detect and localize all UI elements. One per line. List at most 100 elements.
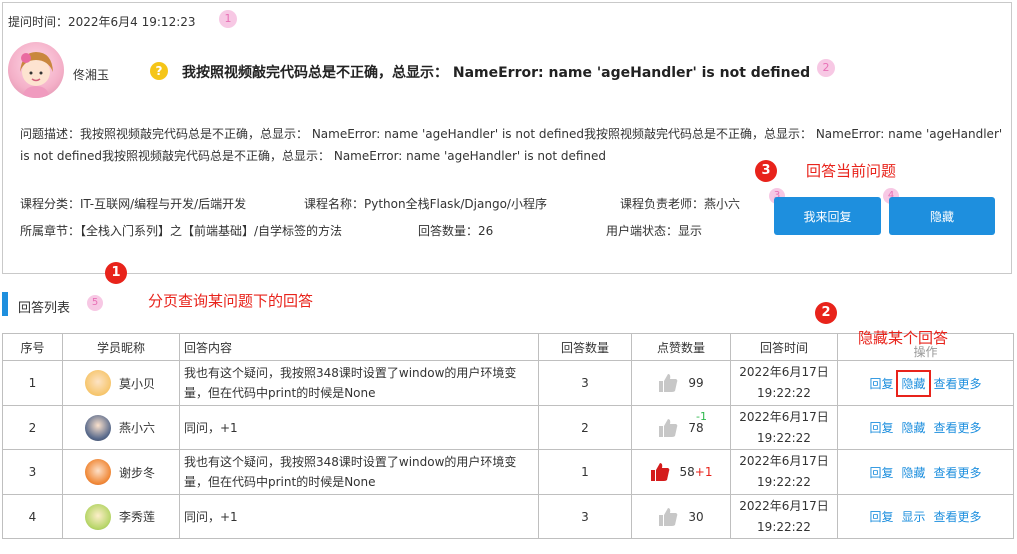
column-header: 学员昵称 bbox=[62, 333, 180, 361]
answer-count-cell: 1 bbox=[538, 449, 632, 495]
like-count: 99 bbox=[688, 376, 704, 390]
likes-cell: 58+1 bbox=[631, 449, 731, 495]
answer-content: 我也有这个疑问，我按照348课时设置了window的用户环境变量，但在代码中pr… bbox=[179, 449, 539, 495]
badge-2: 2 bbox=[817, 59, 835, 77]
student-cell: 燕小六 bbox=[62, 405, 180, 450]
like-count-with-delta: 58+1 bbox=[680, 465, 713, 479]
answer-content: 我也有这个疑问，我按照348课时设置了window的用户环境变量，但在代码中pr… bbox=[179, 360, 539, 406]
likes-cell: 99 bbox=[631, 360, 731, 406]
column-header: 点赞数量 bbox=[631, 333, 731, 361]
column-header: 回答数量 bbox=[538, 333, 632, 361]
like-delta: -1 bbox=[696, 409, 707, 423]
reply-link[interactable]: 回复 bbox=[869, 508, 893, 525]
row-number: 1 bbox=[2, 360, 63, 406]
reply-question-button[interactable]: 我来回复 bbox=[774, 197, 881, 235]
badge-1: 1 bbox=[219, 10, 237, 28]
student-avatar bbox=[85, 370, 111, 396]
answer-content: 同问，+1 bbox=[179, 405, 539, 450]
thumb-up-icon[interactable] bbox=[650, 462, 670, 482]
answer-date: 2022年6月17日 bbox=[739, 365, 829, 379]
view-more-link[interactable]: 查看更多 bbox=[934, 375, 982, 392]
annotation-hide-answer: 隐藏某个回答 bbox=[858, 329, 949, 347]
course-chapter: 所属章节：【全栈入门系列】之【前端基础】/自学标签的方法 bbox=[20, 224, 343, 238]
answer-count-cell: 3 bbox=[538, 494, 632, 539]
list-accent-bar bbox=[2, 292, 8, 316]
annotation-paginate: 分页查询某问题下的回答 bbox=[148, 292, 314, 310]
answer-time: 2022年6月17日 19:22:22 bbox=[730, 449, 838, 495]
hide-link[interactable]: 隐藏 bbox=[896, 369, 931, 397]
thumb-up-icon[interactable] bbox=[658, 418, 678, 438]
answer-time: 2022年6月17日 19:22:22 bbox=[730, 360, 838, 406]
hide-link[interactable]: 隐藏 bbox=[901, 464, 925, 481]
thumb-up-icon[interactable] bbox=[658, 507, 678, 527]
view-more-link[interactable]: 查看更多 bbox=[934, 419, 982, 436]
annotation-answer-current: 回答当前问题 bbox=[806, 162, 897, 180]
student-cell: 李秀莲 bbox=[62, 494, 180, 539]
asker-name: 佟湘玉 bbox=[73, 68, 110, 82]
badge-5: 5 bbox=[87, 295, 103, 311]
ops-cell: 回复 显示 查看更多 bbox=[837, 494, 1014, 539]
student-name: 谢步冬 bbox=[119, 465, 156, 480]
like-count: 78 bbox=[688, 420, 704, 435]
row-number: 3 bbox=[2, 449, 63, 495]
marker-2: 2 bbox=[815, 302, 837, 324]
answer-date: 2022年6月17日 bbox=[739, 498, 829, 513]
show-link[interactable]: 显示 bbox=[901, 508, 925, 525]
table-row: 1 莫小贝 我也有这个疑问，我按照348课时设置了window的用户环境变量，但… bbox=[2, 360, 1014, 406]
answer-count-cell: 2 bbox=[538, 405, 632, 450]
row-number: 4 bbox=[2, 494, 63, 539]
asker-avatar bbox=[8, 42, 64, 98]
table-row: 4 李秀莲 同问，+1 3 30 2022年6月17日 19:22:22 回复 … bbox=[2, 494, 1014, 539]
student-name: 燕小六 bbox=[119, 421, 156, 435]
course-category: 课程分类：IT-互联网/编程与开发/后端开发 bbox=[20, 197, 247, 211]
answer-clock: 19:22:22 bbox=[757, 475, 811, 489]
likes-cell: 78 -1 bbox=[631, 405, 731, 450]
answer-date: 2022年6月17日 bbox=[739, 409, 829, 424]
column-header: 回答内容 bbox=[179, 333, 539, 361]
ops-cell: 回复 隐藏 查看更多 bbox=[837, 360, 1014, 406]
reply-link[interactable]: 回复 bbox=[869, 375, 893, 392]
student-cell: 莫小贝 bbox=[62, 360, 180, 406]
student-cell: 谢步冬 bbox=[62, 449, 180, 495]
course-teacher: 课程负责老师：燕小六 bbox=[620, 197, 741, 211]
column-header: 回答时间 bbox=[730, 333, 838, 361]
answer-clock: 19:22:22 bbox=[757, 386, 811, 400]
view-more-link[interactable]: 查看更多 bbox=[934, 508, 982, 525]
course-name: 课程名称：Python全栈Flask/Django/小程序 bbox=[304, 197, 547, 211]
like-count: 30 bbox=[688, 509, 704, 524]
thumb-up-icon[interactable] bbox=[658, 373, 678, 393]
student-name: 莫小贝 bbox=[119, 376, 156, 391]
answer-date: 2022年6月17日 bbox=[739, 454, 829, 468]
ops-cell: 回复 隐藏 查看更多 bbox=[837, 449, 1014, 495]
student-avatar bbox=[85, 503, 111, 530]
like-count: 58 bbox=[679, 465, 695, 479]
reply-link[interactable]: 回复 bbox=[869, 419, 893, 436]
table-row: 3 谢步冬 我也有这个疑问，我按照348课时设置了window的用户环境变量，但… bbox=[2, 449, 1014, 495]
student-name: 李秀莲 bbox=[119, 510, 156, 524]
answer-count-cell: 3 bbox=[538, 360, 632, 406]
student-avatar bbox=[85, 414, 111, 441]
answer-time: 2022年6月17日 19:22:22 bbox=[730, 494, 838, 539]
ops-cell: 回复 隐藏 查看更多 bbox=[837, 405, 1014, 450]
answer-count: 回答数量：26 bbox=[418, 224, 494, 238]
girl-avatar-icon bbox=[20, 52, 53, 98]
row-number: 2 bbox=[2, 405, 63, 450]
answer-clock: 19:22:22 bbox=[757, 430, 811, 445]
answer-content: 同问，+1 bbox=[179, 494, 539, 539]
table-row: 2 燕小六 同问，+1 2 78 -1 2022年6月17日 19:22:22 bbox=[2, 405, 1014, 450]
student-avatar bbox=[85, 459, 111, 485]
marker-3: 3 bbox=[755, 160, 777, 182]
question-title: 我按照视频敲完代码总是不正确，总显示： NameError: name 'age… bbox=[182, 65, 811, 81]
question-icon: ? bbox=[150, 62, 168, 80]
user-status: 用户端状态：显示 bbox=[606, 224, 703, 238]
view-more-link[interactable]: 查看更多 bbox=[934, 464, 982, 481]
like-delta: +1 bbox=[694, 465, 713, 479]
reply-link[interactable]: 回复 bbox=[869, 464, 893, 481]
answer-table: 序号 学员昵称 回答内容 回答数量 点赞数量 回答时间 操作 1 莫小贝 我也有… bbox=[2, 333, 1014, 539]
hide-question-button[interactable]: 隐藏 bbox=[889, 197, 995, 235]
marker-1: 1 bbox=[105, 262, 127, 284]
answer-clock: 19:22:22 bbox=[757, 519, 811, 534]
hide-link[interactable]: 隐藏 bbox=[901, 419, 925, 436]
likes-cell: 30 bbox=[631, 494, 731, 539]
asked-time: 提问时间：2022年6月4 19:12:23 bbox=[8, 15, 196, 29]
